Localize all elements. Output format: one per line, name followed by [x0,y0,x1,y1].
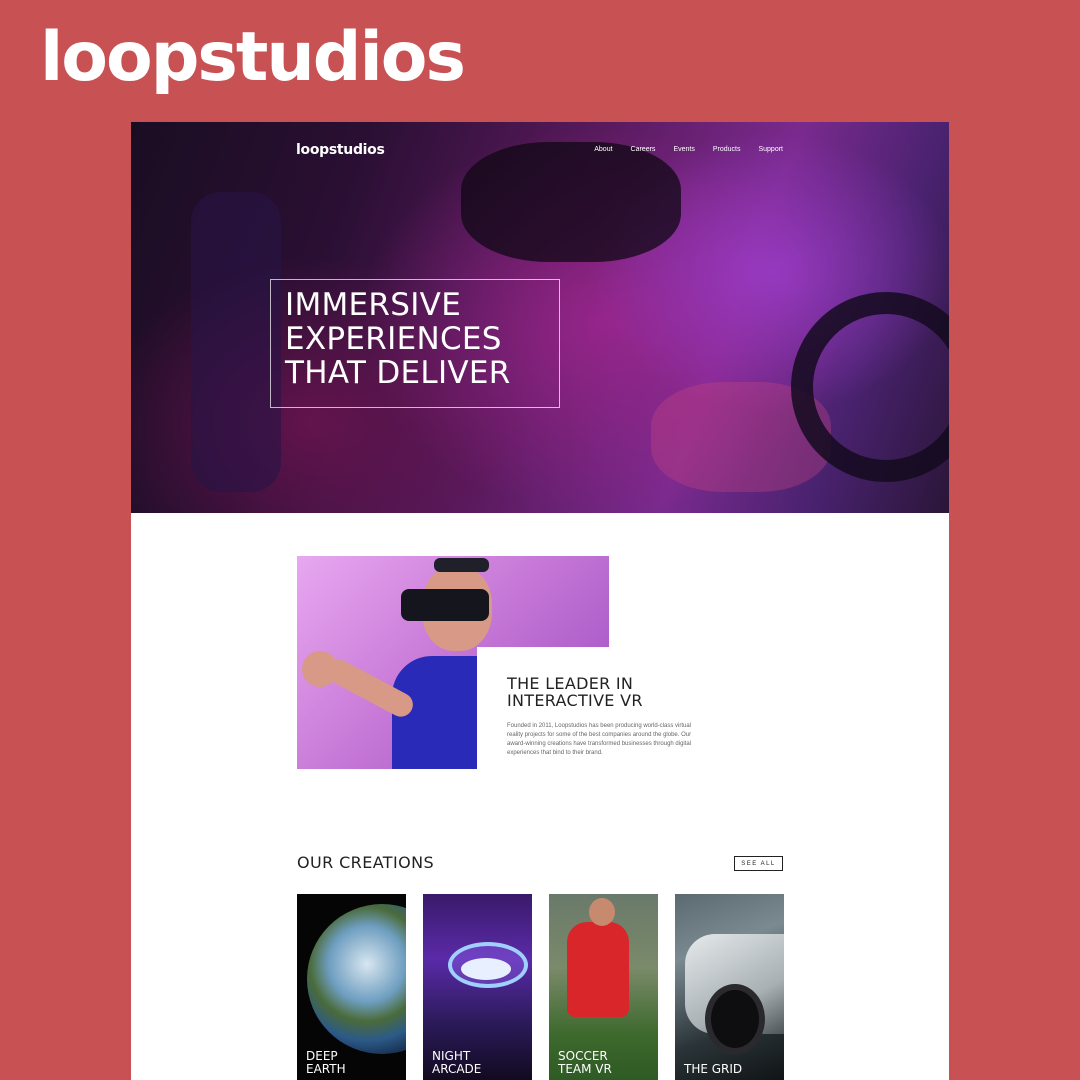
vr-headset-shape [401,589,489,621]
hero-image-shape [191,192,281,492]
arcade-image [461,958,511,980]
main-nav: About Careers Events Products Support [594,146,783,153]
hero-title: IMMERSIVE EXPERIENCES THAT DELIVER [285,288,559,390]
creation-card-the-grid[interactable]: THE GRID [675,894,784,1080]
about-title-line: INTERACTIVE VR [507,691,643,710]
about-card: THE LEADER IN INTERACTIVE VR Founded in … [477,647,837,787]
nav-link-careers[interactable]: Careers [631,146,656,153]
creation-card-label: NIGHT ARCADE [432,1050,522,1076]
creation-card-night-arcade[interactable]: NIGHT ARCADE [423,894,532,1080]
see-all-button[interactable]: SEE ALL [734,856,783,871]
about-text: Founded in 2011, Loopstudios has been pr… [507,723,692,756]
about-title-line: THE LEADER IN [507,674,634,693]
creation-card-label: THE GRID [684,1063,774,1076]
creation-card-label: SOCCER TEAM VR [558,1050,648,1076]
creations-title: OUR CREATIONS [297,853,435,872]
creation-card-label: DEEP EARTH [306,1050,396,1076]
person-shape [302,651,338,687]
vr-headset-shape [434,558,489,572]
nav-link-support[interactable]: Support [758,146,783,153]
creation-card-deep-earth[interactable]: DEEP EARTH [297,894,406,1080]
nav-logo[interactable]: loopstudios [296,142,385,158]
card-label-line: THE GRID [684,1062,743,1076]
card-label-line: TEAM VR [558,1062,612,1076]
soccer-player-image [589,898,615,926]
card-label-line: ARCADE [432,1062,482,1076]
nav-link-events[interactable]: Events [673,146,694,153]
hero-image-shape [461,142,681,262]
website-screenshot: loopstudios About Careers Events Product… [131,122,949,1080]
race-car-image [705,984,765,1054]
earth-image [307,904,406,1054]
nav-link-about[interactable]: About [594,146,612,153]
creations-grid: DEEP EARTH NIGHT ARCADE SOCCER TEAM VR T… [297,894,784,1080]
creation-card-soccer-team-vr[interactable]: SOCCER TEAM VR [549,894,658,1080]
nav-link-products[interactable]: Products [713,146,741,153]
soccer-player-image [567,922,629,1017]
hero-section: loopstudios About Careers Events Product… [131,122,949,513]
hero-title-box: IMMERSIVE EXPERIENCES THAT DELIVER [270,279,560,408]
card-label-line: EARTH [306,1062,346,1076]
brand-logo: loopstudios [40,18,466,97]
hero-title-line: IMMERSIVE [285,287,462,323]
hero-title-line: THAT DELIVER [285,355,511,391]
about-title: THE LEADER IN INTERACTIVE VR [507,675,837,709]
hero-title-line: EXPERIENCES [285,321,502,357]
